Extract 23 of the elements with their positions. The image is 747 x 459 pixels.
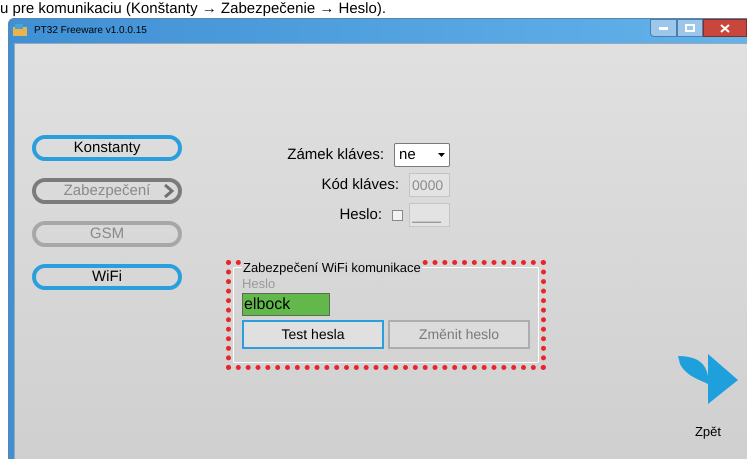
maximize-button[interactable] — [677, 19, 703, 37]
nav-button[interactable]: WiFi — [32, 264, 182, 290]
close-icon — [720, 24, 730, 32]
dropdown-arrow-icon — [438, 153, 445, 157]
caption-text: u pre komunikaciu (Konštanty → Zabezpečenie → Heslo). — [0, 0, 386, 18]
curved-arrow-icon — [678, 354, 738, 404]
test-password-button[interactable]: Test hesla — [242, 320, 384, 349]
minimize-icon — [659, 26, 668, 30]
password-label: Heslo — [242, 276, 276, 291]
maximize-icon — [685, 24, 695, 32]
back-button[interactable]: Zpět — [678, 354, 738, 442]
close-button[interactable] — [703, 19, 747, 37]
nav-button[interactable]: Konstanty — [32, 135, 182, 161]
setting-label: Heslo: — [339, 204, 382, 225]
minimize-button[interactable] — [650, 19, 677, 37]
app-icon — [12, 23, 28, 37]
lock-dropdown[interactable]: ne — [394, 143, 450, 167]
setting-label: Zámek kláves: — [287, 144, 384, 165]
chevron-icon — [163, 184, 174, 198]
password-field[interactable]: elbock — [242, 293, 330, 316]
group-title: Zabezpečení WiFi komunikace — [242, 260, 422, 275]
setting-label: Kód kláves: — [321, 174, 399, 195]
window-title: PT32 Freeware v1.0.0.15 — [34, 24, 147, 38]
